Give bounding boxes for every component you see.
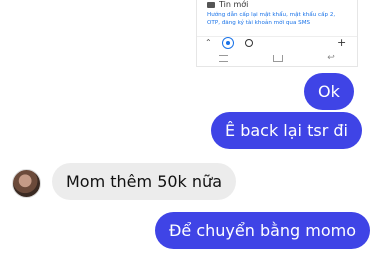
message-incoming[interactable]: Mom thêm 50k nữa bbox=[52, 163, 236, 200]
message-outgoing[interactable]: Để chuyển bằng momo bbox=[155, 212, 371, 249]
screenshot-header: Tin mới bbox=[207, 0, 248, 9]
circle-icon bbox=[245, 39, 253, 47]
menu-icon bbox=[219, 54, 229, 62]
screenshot-toolbar: ⌃ + bbox=[197, 36, 357, 51]
chevron-up-icon: ⌃ bbox=[205, 38, 212, 47]
message-outgoing[interactable]: Ê back lại tsr đi bbox=[211, 112, 362, 149]
shared-screenshot[interactable]: Tin mới Hướng dẫn cấp lại mật khẩu, mật … bbox=[196, 0, 358, 67]
screenshot-nav-bar: ↩ bbox=[197, 52, 357, 64]
avatar[interactable] bbox=[12, 169, 41, 198]
plus-icon: + bbox=[337, 36, 347, 49]
home-icon bbox=[272, 54, 283, 62]
message-outgoing[interactable]: Ok bbox=[304, 73, 354, 110]
screenshot-link-text: Hướng dẫn cấp lại mật khẩu, mật khẩu cấp… bbox=[207, 12, 336, 26]
news-icon bbox=[207, 1, 215, 8]
browser-tab-icon bbox=[222, 37, 234, 49]
back-icon: ↩ bbox=[327, 53, 335, 63]
screenshot-header-label: Tin mới bbox=[219, 0, 249, 9]
